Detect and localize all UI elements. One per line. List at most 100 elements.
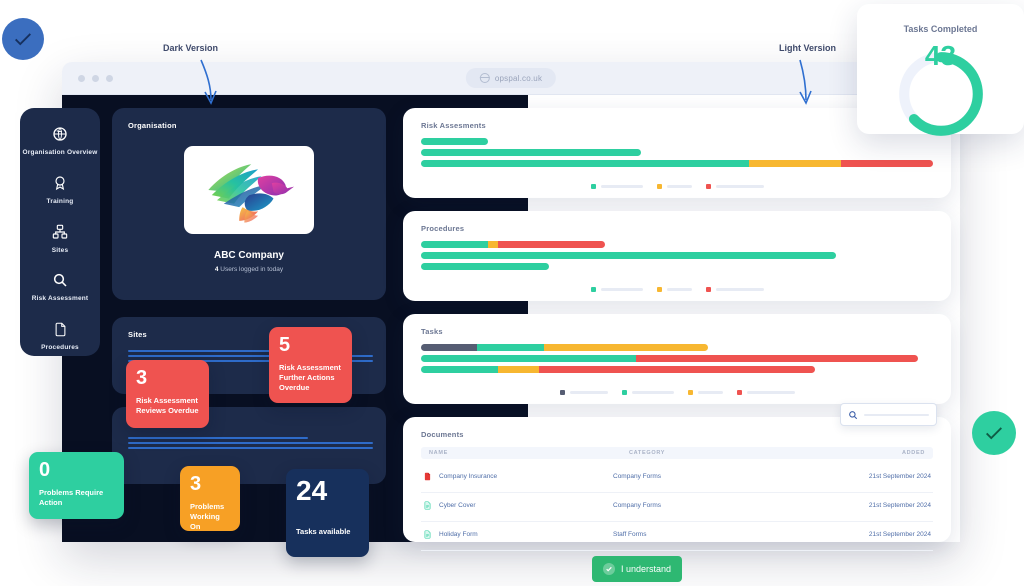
sidebar-item-label: Procedures <box>41 344 79 352</box>
sidebar-item-risk-assessment[interactable]: Risk Assessment <box>20 270 100 304</box>
search-input[interactable] <box>840 403 937 426</box>
document-category: Company Forms <box>613 473 662 480</box>
maximize-dot[interactable] <box>106 75 113 82</box>
check-circle-icon <box>603 563 615 575</box>
bar-segment <box>421 355 637 362</box>
document-name: Company Insurance <box>439 473 498 480</box>
tasks-card-title: Tasks <box>421 327 443 336</box>
tasks-card: Tasks <box>403 314 951 404</box>
stat-tile-caption: Tasks available <box>296 527 351 536</box>
legend-label-placeholder <box>666 185 692 188</box>
legend-swatch <box>656 184 662 189</box>
organisation-card: Organisation ABC Company 4 Users logged … <box>112 108 386 300</box>
legend-label-placeholder <box>746 391 795 394</box>
risk-assessments-legend <box>403 184 951 189</box>
document-category: Staff Forms <box>613 531 647 538</box>
legend-item <box>590 287 643 292</box>
placeholder-line <box>128 447 373 449</box>
document-name: Cyber Cover <box>439 502 476 509</box>
green-check-badge <box>972 411 1016 455</box>
legend-label-placeholder <box>569 391 608 394</box>
table-row[interactable]: Company Insurance Company Forms 21st Sep… <box>421 463 933 493</box>
sidebar-item-label: Sites <box>51 246 69 254</box>
documents-card-title: Documents <box>421 430 464 439</box>
stat-tile-risk-further-actions[interactable]: 5 Risk Assessment Further Actions Overdu… <box>269 327 352 403</box>
annotation-arrow-dark <box>200 59 217 105</box>
stat-tile-risk-reviews-overdue[interactable]: 3 Risk Assessment Reviews Overdue <box>126 360 209 428</box>
legend-item <box>621 390 674 395</box>
table-row[interactable]: Cyber Cover Company Forms 21st September… <box>421 492 933 522</box>
minimize-dot[interactable] <box>92 75 99 82</box>
i-understand-button[interactable]: I understand <box>592 556 683 582</box>
stat-tile-caption: Risk Assessment Further Actions Overdue <box>279 363 341 393</box>
close-dot[interactable] <box>78 75 85 82</box>
documents-card: Documents NAME CATEGORY ADDED Company In… <box>403 417 951 551</box>
legend-swatch <box>621 390 627 395</box>
bar-segment <box>421 366 498 373</box>
organisation-logo <box>184 146 314 234</box>
column-header-category: CATEGORY <box>629 450 666 456</box>
stat-tile-number: 3 <box>136 367 148 389</box>
sidebar: Organisation Overview Training Sites Ris… <box>20 108 100 356</box>
legend-item <box>736 390 795 395</box>
placeholder-line <box>128 437 308 439</box>
document-added: 21st September 2024 <box>868 473 931 480</box>
document-icon <box>50 319 70 339</box>
legend-swatch <box>705 287 711 292</box>
bar-row <box>421 355 933 362</box>
bar-segment <box>421 160 749 167</box>
bar-row <box>421 138 933 145</box>
organisation-users-logged-in: 4 Users logged in today <box>112 266 386 273</box>
legend-item <box>687 390 723 395</box>
table-row[interactable]: Holiday Form Staff Forms 21st September … <box>421 521 933 551</box>
legend-item <box>656 287 692 292</box>
address-bar[interactable]: opspal.co.uk <box>465 68 557 88</box>
stat-tile-caption: Risk Assessment Reviews Overdue <box>136 396 199 416</box>
sitemap-icon <box>50 222 70 242</box>
legend-item <box>590 184 643 189</box>
procedures-card-title: Procedures <box>421 224 465 233</box>
address-bar-url: opspal.co.uk <box>494 73 543 83</box>
sidebar-item-organisation-overview[interactable]: Organisation Overview <box>20 124 100 158</box>
document-added: 21st September 2024 <box>868 531 931 538</box>
tasks-legend <box>403 390 951 395</box>
bar-segment <box>636 355 918 362</box>
check-icon <box>986 427 1002 440</box>
sidebar-item-training[interactable]: Training <box>20 173 100 207</box>
stat-tile-problems-require-action[interactable]: 0 Problems Require Action <box>29 452 124 519</box>
stat-tile-problems-working-on[interactable]: 3 Problems Working On <box>180 466 240 531</box>
legend-label-placeholder <box>697 391 723 394</box>
bar-segment <box>543 344 708 351</box>
i-understand-label: I understand <box>621 564 672 574</box>
sidebar-item-sites[interactable]: Sites <box>20 222 100 256</box>
bar-segment <box>497 366 539 373</box>
legend-label-placeholder <box>631 391 674 394</box>
bar-segment <box>421 263 549 270</box>
legend-label-placeholder <box>666 288 692 291</box>
file-icon <box>424 530 431 539</box>
annotation-dark-version: Dark Version <box>163 43 219 53</box>
tasks-completed-title: Tasks Completed <box>903 24 978 34</box>
bar-segment <box>421 252 836 259</box>
check-icon <box>15 33 31 46</box>
sidebar-item-label: Training <box>46 197 74 205</box>
blue-check-badge <box>2 18 44 60</box>
bar-segment <box>421 241 488 248</box>
window-controls[interactable] <box>78 75 113 82</box>
stat-tile-tasks-available[interactable]: 24 Tasks available <box>286 469 369 557</box>
procedures-card: Procedures <box>403 211 951 301</box>
legend-swatch <box>656 287 662 292</box>
risk-assessments-bars <box>421 138 933 176</box>
bar-segment <box>748 160 841 167</box>
bar-row <box>421 160 933 167</box>
bar-row <box>421 366 933 373</box>
sidebar-item-label: Organisation Overview <box>22 149 98 156</box>
bar-segment <box>421 138 488 145</box>
document-name: Holiday Form <box>439 531 478 538</box>
column-header-added: ADDED <box>901 450 925 456</box>
legend-swatch <box>590 287 596 292</box>
bar-row <box>421 263 933 270</box>
stat-tile-number: 5 <box>279 334 291 356</box>
annotation-arrow-light <box>799 59 812 105</box>
sidebar-item-procedures[interactable]: Procedures <box>20 319 100 353</box>
